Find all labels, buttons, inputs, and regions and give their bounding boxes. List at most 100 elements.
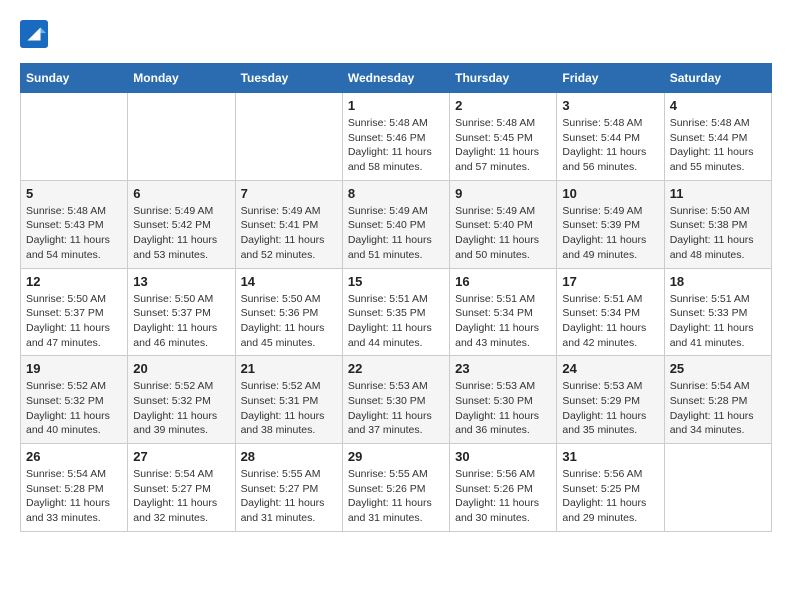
calendar-header-row: SundayMondayTuesdayWednesdayThursdayFrid… bbox=[21, 64, 772, 93]
day-info: Sunrise: 5:52 AM Sunset: 5:32 PM Dayligh… bbox=[133, 379, 229, 438]
calendar-header-tuesday: Tuesday bbox=[235, 64, 342, 93]
calendar-cell: 29 Sunrise: 5:55 AM Sunset: 5:26 PM Dayli… bbox=[342, 444, 449, 532]
day-info: Sunrise: 5:48 AM Sunset: 5:44 PM Dayligh… bbox=[562, 116, 658, 175]
calendar-cell: 31Sunrise: 5:56 AM Sunset: 5:25 PM Dayli… bbox=[557, 444, 664, 532]
logo-icon bbox=[20, 20, 48, 48]
calendar-header-wednesday: Wednesday bbox=[342, 64, 449, 93]
calendar-week-2: 5 Sunrise: 5:48 AM Sunset: 5:43 PM Daylig… bbox=[21, 180, 772, 268]
day-info: Sunrise: 5:54 AM Sunset: 5:28 PM Dayligh… bbox=[26, 467, 122, 526]
calendar-cell bbox=[21, 93, 128, 181]
calendar-cell: 27 Sunrise: 5:54 AM Sunset: 5:27 PM Dayli… bbox=[128, 444, 235, 532]
calendar-cell bbox=[235, 93, 342, 181]
day-info: Sunrise: 5:51 AM Sunset: 5:35 PM Dayligh… bbox=[348, 292, 444, 351]
day-number: 10 bbox=[562, 186, 658, 201]
day-info: Sunrise: 5:50 AM Sunset: 5:36 PM Dayligh… bbox=[241, 292, 337, 351]
calendar-table: SundayMondayTuesdayWednesdayThursdayFrid… bbox=[20, 63, 772, 532]
calendar-cell: 2 Sunrise: 5:48 AM Sunset: 5:45 PM Daylig… bbox=[450, 93, 557, 181]
calendar-cell: 16 Sunrise: 5:51 AM Sunset: 5:34 PM Dayli… bbox=[450, 268, 557, 356]
day-number: 6 bbox=[133, 186, 229, 201]
calendar-cell: 26 Sunrise: 5:54 AM Sunset: 5:28 PM Dayli… bbox=[21, 444, 128, 532]
day-info: Sunrise: 5:55 AM Sunset: 5:26 PM Dayligh… bbox=[348, 467, 444, 526]
day-number: 13 bbox=[133, 274, 229, 289]
day-number: 9 bbox=[455, 186, 551, 201]
day-number: 16 bbox=[455, 274, 551, 289]
calendar-cell: 24 Sunrise: 5:53 AM Sunset: 5:29 PM Dayli… bbox=[557, 356, 664, 444]
day-info: Sunrise: 5:51 AM Sunset: 5:34 PM Dayligh… bbox=[562, 292, 658, 351]
calendar-cell: 19 Sunrise: 5:52 AM Sunset: 5:32 PM Dayli… bbox=[21, 356, 128, 444]
calendar-cell: 3 Sunrise: 5:48 AM Sunset: 5:44 PM Daylig… bbox=[557, 93, 664, 181]
day-number: 3 bbox=[562, 98, 658, 113]
calendar-cell: 30 Sunrise: 5:56 AM Sunset: 5:26 PM Dayli… bbox=[450, 444, 557, 532]
day-info: Sunrise: 5:50 AM Sunset: 5:37 PM Dayligh… bbox=[133, 292, 229, 351]
day-info: Sunrise: 5:54 AM Sunset: 5:27 PM Dayligh… bbox=[133, 467, 229, 526]
calendar-week-1: 1 Sunrise: 5:48 AM Sunset: 5:46 PM Daylig… bbox=[21, 93, 772, 181]
day-info: Sunrise: 5:48 AM Sunset: 5:44 PM Dayligh… bbox=[670, 116, 766, 175]
day-info: Sunrise: 5:50 AM Sunset: 5:38 PM Dayligh… bbox=[670, 204, 766, 263]
day-number: 17 bbox=[562, 274, 658, 289]
calendar-cell: 10 Sunrise: 5:49 AM Sunset: 5:39 PM Dayli… bbox=[557, 180, 664, 268]
calendar-cell: 25 Sunrise: 5:54 AM Sunset: 5:28 PM Dayli… bbox=[664, 356, 771, 444]
day-number: 5 bbox=[26, 186, 122, 201]
day-info: Sunrise: 5:54 AM Sunset: 5:28 PM Dayligh… bbox=[670, 379, 766, 438]
day-info: Sunrise: 5:50 AM Sunset: 5:37 PM Dayligh… bbox=[26, 292, 122, 351]
calendar-header-thursday: Thursday bbox=[450, 64, 557, 93]
calendar-cell: 5 Sunrise: 5:48 AM Sunset: 5:43 PM Daylig… bbox=[21, 180, 128, 268]
calendar-cell: 21 Sunrise: 5:52 AM Sunset: 5:31 PM Dayli… bbox=[235, 356, 342, 444]
calendar-cell: 13 Sunrise: 5:50 AM Sunset: 5:37 PM Dayli… bbox=[128, 268, 235, 356]
day-number: 19 bbox=[26, 361, 122, 376]
day-info: Sunrise: 5:48 AM Sunset: 5:46 PM Dayligh… bbox=[348, 116, 444, 175]
calendar-header-friday: Friday bbox=[557, 64, 664, 93]
day-info: Sunrise: 5:48 AM Sunset: 5:45 PM Dayligh… bbox=[455, 116, 551, 175]
day-info: Sunrise: 5:56 AM Sunset: 5:26 PM Dayligh… bbox=[455, 467, 551, 526]
calendar-cell: 23 Sunrise: 5:53 AM Sunset: 5:30 PM Dayli… bbox=[450, 356, 557, 444]
calendar-cell: 28Sunrise: 5:55 AM Sunset: 5:27 PM Dayli… bbox=[235, 444, 342, 532]
day-number: 24 bbox=[562, 361, 658, 376]
day-number: 31 bbox=[562, 449, 658, 464]
day-number: 14 bbox=[241, 274, 337, 289]
day-info: Sunrise: 5:53 AM Sunset: 5:30 PM Dayligh… bbox=[455, 379, 551, 438]
calendar-cell: 18 Sunrise: 5:51 AM Sunset: 5:33 PM Dayli… bbox=[664, 268, 771, 356]
day-info: Sunrise: 5:49 AM Sunset: 5:41 PM Dayligh… bbox=[241, 204, 337, 263]
calendar-cell: 1 Sunrise: 5:48 AM Sunset: 5:46 PM Daylig… bbox=[342, 93, 449, 181]
calendar-week-4: 19 Sunrise: 5:52 AM Sunset: 5:32 PM Dayli… bbox=[21, 356, 772, 444]
calendar-cell: 8Sunrise: 5:49 AM Sunset: 5:40 PM Daylig… bbox=[342, 180, 449, 268]
day-info: Sunrise: 5:53 AM Sunset: 5:29 PM Dayligh… bbox=[562, 379, 658, 438]
day-number: 22 bbox=[348, 361, 444, 376]
calendar-cell: 6 Sunrise: 5:49 AM Sunset: 5:42 PM Daylig… bbox=[128, 180, 235, 268]
day-info: Sunrise: 5:48 AM Sunset: 5:43 PM Dayligh… bbox=[26, 204, 122, 263]
calendar-cell: 22Sunrise: 5:53 AM Sunset: 5:30 PM Dayli… bbox=[342, 356, 449, 444]
day-number: 30 bbox=[455, 449, 551, 464]
day-number: 1 bbox=[348, 98, 444, 113]
day-number: 15 bbox=[348, 274, 444, 289]
calendar-cell: 12Sunrise: 5:50 AM Sunset: 5:37 PM Dayli… bbox=[21, 268, 128, 356]
calendar-header-monday: Monday bbox=[128, 64, 235, 93]
calendar-cell: 14 Sunrise: 5:50 AM Sunset: 5:36 PM Dayli… bbox=[235, 268, 342, 356]
calendar-cell: 7Sunrise: 5:49 AM Sunset: 5:41 PM Daylig… bbox=[235, 180, 342, 268]
day-number: 2 bbox=[455, 98, 551, 113]
calendar-cell: 20Sunrise: 5:52 AM Sunset: 5:32 PM Dayli… bbox=[128, 356, 235, 444]
calendar-cell: 17 Sunrise: 5:51 AM Sunset: 5:34 PM Dayli… bbox=[557, 268, 664, 356]
day-info: Sunrise: 5:52 AM Sunset: 5:32 PM Dayligh… bbox=[26, 379, 122, 438]
day-info: Sunrise: 5:49 AM Sunset: 5:42 PM Dayligh… bbox=[133, 204, 229, 263]
page-header bbox=[20, 20, 772, 48]
calendar-cell bbox=[128, 93, 235, 181]
calendar-week-5: 26 Sunrise: 5:54 AM Sunset: 5:28 PM Dayli… bbox=[21, 444, 772, 532]
calendar-cell bbox=[664, 444, 771, 532]
day-number: 4 bbox=[670, 98, 766, 113]
day-number: 29 bbox=[348, 449, 444, 464]
day-info: Sunrise: 5:52 AM Sunset: 5:31 PM Dayligh… bbox=[241, 379, 337, 438]
logo bbox=[20, 20, 52, 48]
day-number: 11 bbox=[670, 186, 766, 201]
day-number: 25 bbox=[670, 361, 766, 376]
calendar-cell: 15 Sunrise: 5:51 AM Sunset: 5:35 PM Dayli… bbox=[342, 268, 449, 356]
day-number: 18 bbox=[670, 274, 766, 289]
day-number: 27 bbox=[133, 449, 229, 464]
calendar-week-3: 12Sunrise: 5:50 AM Sunset: 5:37 PM Dayli… bbox=[21, 268, 772, 356]
day-info: Sunrise: 5:51 AM Sunset: 5:33 PM Dayligh… bbox=[670, 292, 766, 351]
day-info: Sunrise: 5:49 AM Sunset: 5:39 PM Dayligh… bbox=[562, 204, 658, 263]
day-number: 21 bbox=[241, 361, 337, 376]
day-number: 26 bbox=[26, 449, 122, 464]
day-number: 23 bbox=[455, 361, 551, 376]
calendar-cell: 11 Sunrise: 5:50 AM Sunset: 5:38 PM Dayli… bbox=[664, 180, 771, 268]
day-info: Sunrise: 5:51 AM Sunset: 5:34 PM Dayligh… bbox=[455, 292, 551, 351]
